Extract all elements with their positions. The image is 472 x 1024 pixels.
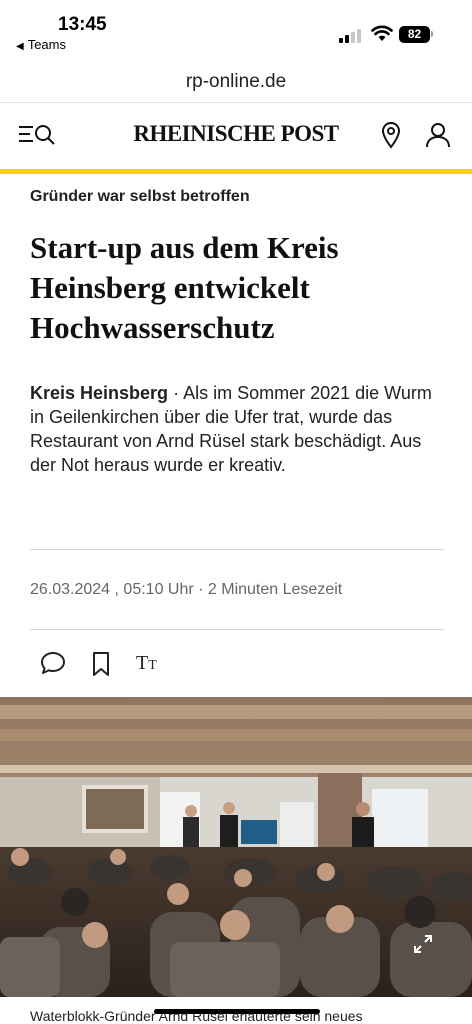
location-pin-icon[interactable]	[380, 121, 402, 149]
teaser-separator: ·	[168, 383, 184, 403]
site-header: RHEINISCHE POST	[0, 103, 472, 169]
article-image[interactable]	[0, 697, 472, 997]
bookmark-icon[interactable]	[90, 650, 112, 678]
teaser-place: Kreis Heinsberg	[30, 383, 169, 403]
expand-icon[interactable]	[412, 933, 434, 955]
read-time: 2 Minuten Lesezeit	[207, 581, 343, 598]
article-kicker: Gründer war selbst betroffen	[30, 188, 250, 205]
divider	[30, 549, 444, 550]
publish-date: 26.03.2024	[30, 581, 111, 598]
font-size-label-small: T	[148, 658, 157, 673]
divider	[30, 629, 444, 630]
article-teaser: Kreis Heinsberg · Als im Sommer 2021 die…	[30, 381, 450, 477]
article-actions: TT	[0, 644, 472, 688]
publish-time: , 05:10 Uhr	[114, 581, 194, 598]
cellular-signal-icon	[339, 29, 361, 43]
status-bar: 13:45 ◀ Teams 82	[0, 0, 472, 60]
meta-separator: ·	[193, 581, 208, 598]
back-app-label: Teams	[27, 37, 66, 52]
font-size-label-large: T	[136, 652, 149, 674]
article-meta: 26.03.2024 , 05:10 Uhr · 2 Minuten Lesez…	[30, 581, 342, 599]
status-time: 13:45	[58, 14, 107, 35]
event-photo	[0, 697, 472, 997]
battery-indicator: 82	[399, 26, 430, 43]
battery-tip	[431, 31, 433, 37]
article-headline: Start-up aus dem Kreis Heinsberg entwick…	[30, 230, 339, 345]
back-arrow-icon: ◀	[16, 41, 24, 52]
user-icon[interactable]	[425, 121, 451, 149]
back-to-app-link[interactable]: ◀ Teams	[16, 37, 66, 52]
font-size-icon[interactable]: TT	[136, 652, 157, 675]
address-bar[interactable]: rp-online.de	[0, 60, 472, 104]
wifi-icon	[371, 25, 393, 41]
comment-icon[interactable]	[40, 650, 66, 676]
home-indicator[interactable]	[154, 1009, 320, 1014]
accent-bar	[0, 169, 472, 174]
